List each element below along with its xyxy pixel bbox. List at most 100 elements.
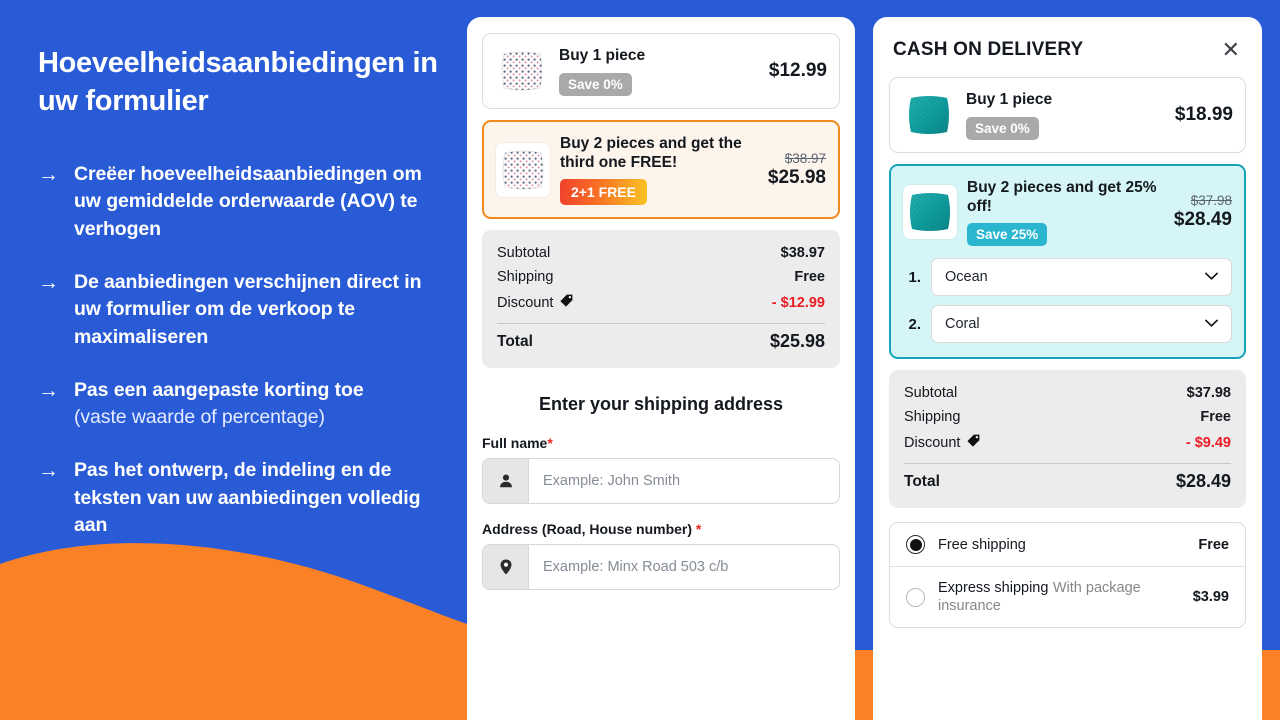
discount-label-text: Discount — [497, 294, 554, 311]
address-placeholder[interactable]: Example: Minx Road 503 c/b — [529, 545, 839, 589]
summary-label: Subtotal — [904, 385, 958, 402]
teal-quilted-pillow-thumb — [903, 185, 957, 240]
shipping-option-price: Free — [1198, 536, 1229, 553]
price-value: $18.99 — [1174, 104, 1233, 125]
offer-title: Buy 2 pieces and get 25% off! — [967, 179, 1157, 216]
bullet-main: Pas het ontwerp, de indeling en de tekst… — [74, 459, 421, 537]
status-badge: Save 25% — [967, 223, 1048, 247]
status-badge: 2+1 FREE — [560, 179, 647, 206]
bullet-main: Pas een aangepaste korting toe — [74, 378, 364, 401]
summary-row-shipping: Shipping Free — [497, 265, 825, 289]
price-tag-icon — [559, 293, 574, 312]
price-original: $37.98 — [1190, 193, 1232, 209]
marketing-copy-panel: Hoeveelheidsaanbiedingen in uw formulier… — [0, 0, 467, 720]
background-orange-strip-middle — [855, 650, 874, 720]
close-icon[interactable]: ✕ — [1218, 37, 1244, 63]
modal-header: CASH ON DELIVERY ✕ — [889, 33, 1246, 77]
variant-value: Coral — [945, 316, 980, 333]
required-marker: * — [547, 435, 553, 452]
offer-card-buy-1[interactable]: Buy 1 piece Save 0% $18.99 — [889, 77, 1246, 153]
checkout-preview-middle: Buy 1 piece Save 0% $12.99 Buy 2 pieces … — [467, 17, 855, 720]
shipping-option-body: Express shipping With package insurance — [938, 579, 1180, 615]
summary-label: Subtotal — [497, 245, 551, 262]
feature-bullet-list: → Creëer hoeveelheidsaanbiedingen om uw … — [38, 161, 439, 541]
summary-row-total: Total $25.98 — [497, 327, 825, 356]
arrow-right-icon: → — [38, 162, 59, 186]
arrow-right-icon: → — [38, 270, 59, 294]
bullet-main: De aanbiedingen verschijnen direct in uw… — [74, 270, 422, 348]
summary-value: Free — [1200, 409, 1231, 426]
person-icon — [483, 459, 529, 504]
summary-label: Discount — [904, 433, 981, 452]
summary-row-discount: Discount - $12.99 — [497, 289, 825, 316]
price-value: $28.49 — [1173, 209, 1232, 231]
arrow-right-icon: → — [38, 378, 59, 402]
radio-button-icon[interactable] — [906, 587, 925, 607]
bullet-text: Pas een aangepaste korting toe (vaste wa… — [74, 377, 364, 432]
price-value: $25.98 — [767, 166, 826, 188]
address-input[interactable]: Example: Minx Road 503 c/b — [482, 544, 840, 591]
list-item: → Pas het ontwerp, de indeling en de tek… — [38, 457, 439, 540]
offer-price: $12.99 — [761, 60, 827, 82]
bullet-text: Pas het ontwerp, de indeling en de tekst… — [74, 457, 439, 540]
offer-card-buy-2-get-25-off[interactable]: Buy 2 pieces and get 25% off! Save 25% $… — [889, 164, 1246, 360]
price-tag-icon — [966, 433, 981, 452]
shipping-option-free[interactable]: Free shipping Free — [890, 523, 1245, 566]
summary-row-shipping: Shipping Free — [904, 405, 1231, 429]
offer-price: $18.99 — [1167, 104, 1233, 126]
bullet-text: De aanbiedingen verschijnen direct in uw… — [74, 269, 439, 352]
chevron-down-icon — [1205, 271, 1218, 283]
radio-button-icon[interactable] — [906, 535, 925, 555]
summary-value: - $9.49 — [1185, 434, 1231, 451]
full-name-label: Full name* — [482, 435, 840, 451]
shipping-option-express[interactable]: Express shipping With package insurance … — [890, 566, 1245, 627]
label-text: Full name — [482, 435, 548, 452]
summary-label: Total — [497, 332, 533, 350]
variant-select-1[interactable]: Ocean — [931, 258, 1232, 297]
summary-row-subtotal: Subtotal $37.98 — [904, 381, 1231, 405]
offer-body: Buy 2 pieces and get 25% off! Save 25% — [967, 178, 1166, 247]
shipping-method-list: Free shipping Free Express shipping With… — [889, 522, 1246, 629]
label-text: Address (Road, House number) — [482, 521, 693, 538]
list-item: → Creëer hoeveelheidsaanbiedingen om uw … — [38, 161, 439, 244]
shipping-option-body: Free shipping — [938, 536, 1185, 554]
arrow-right-icon: → — [38, 459, 59, 483]
offer-card-buy-1[interactable]: Buy 1 piece Save 0% $12.99 — [482, 33, 840, 109]
summary-label: Total — [904, 472, 940, 490]
page-title: Hoeveelheidsaanbiedingen in uw formulier — [38, 47, 438, 118]
required-marker: * — [695, 521, 702, 538]
shipping-option-name: Express shipping — [938, 580, 1049, 597]
chevron-down-icon — [1205, 318, 1218, 330]
white-dotted-pillow-thumb — [495, 44, 549, 98]
bullet-sub: (vaste waarde of percentage) — [74, 406, 325, 429]
offer-price: $38.97 $25.98 — [760, 151, 826, 189]
offer-body: Buy 1 piece Save 0% — [966, 90, 1167, 140]
summary-label: Shipping — [904, 409, 961, 426]
summary-value: $25.98 — [769, 331, 825, 352]
summary-row-total: Total $28.49 — [904, 467, 1231, 496]
full-name-placeholder[interactable]: Example: John Smith — [529, 459, 839, 503]
offer-title: Buy 1 piece — [559, 47, 646, 65]
variant-select-2[interactable]: Coral — [931, 305, 1232, 344]
variant-index: 1. — [908, 268, 921, 286]
modal-title: CASH ON DELIVERY — [893, 39, 1084, 60]
background-orange-strip-right — [1262, 650, 1280, 720]
cash-on-delivery-modal: CASH ON DELIVERY ✕ Buy 1 piece Save 0% $… — [873, 17, 1262, 720]
summary-value: $38.97 — [780, 245, 825, 262]
teal-quilted-pillow-thumb — [902, 88, 956, 142]
shipping-option-price: $3.99 — [1192, 589, 1229, 606]
price-original: $38.97 — [784, 150, 826, 166]
offer-title: Buy 1 piece — [966, 91, 1053, 109]
summary-row-subtotal: Subtotal $38.97 — [497, 241, 825, 265]
white-dotted-pillow-thumb — [496, 142, 550, 197]
summary-label: Discount — [497, 293, 574, 312]
variant-row-1: 1. Ocean — [903, 258, 1232, 297]
list-item: → Pas een aangepaste korting toe (vaste … — [38, 377, 439, 432]
order-summary: Subtotal $37.98 Shipping Free Discount -… — [889, 370, 1246, 509]
summary-value: Free — [794, 269, 825, 286]
discount-label-text: Discount — [904, 434, 961, 451]
full-name-input[interactable]: Example: John Smith — [482, 458, 840, 505]
variant-index: 2. — [908, 315, 921, 333]
offer-card-buy-2-get-1-free[interactable]: Buy 2 pieces and get the third one FREE!… — [482, 120, 840, 220]
summary-value: $37.98 — [1186, 385, 1231, 402]
